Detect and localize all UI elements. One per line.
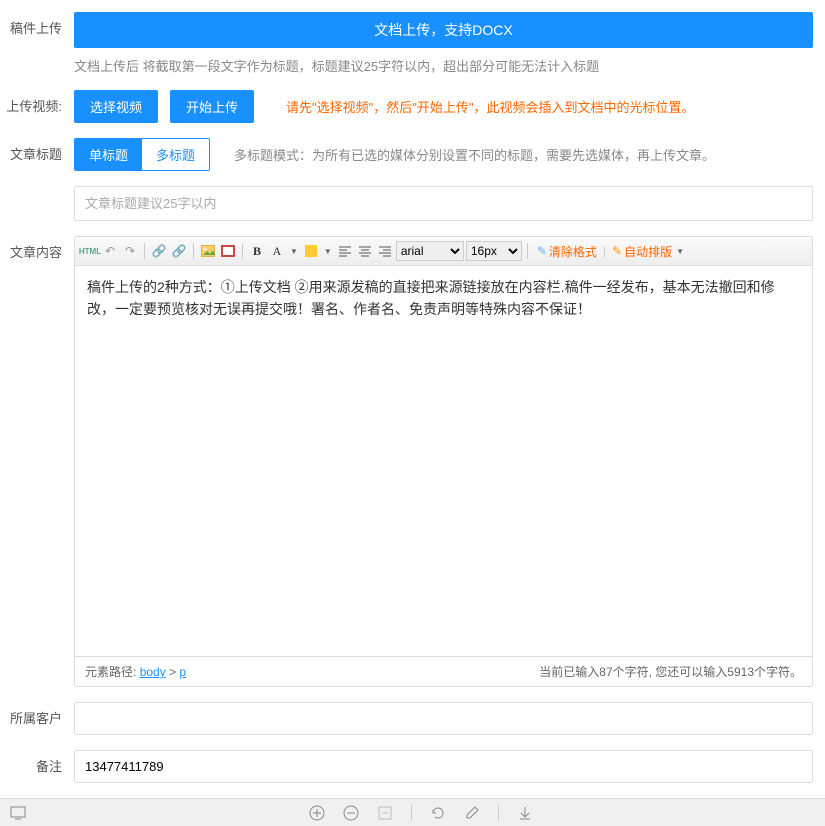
forecolor-dropdown[interactable]: ▼ bbox=[288, 247, 300, 256]
zoom-in-icon[interactable] bbox=[309, 805, 325, 821]
forecolor-icon[interactable]: A bbox=[268, 242, 286, 260]
title-input-row bbox=[0, 186, 813, 221]
screen-fit-icon[interactable] bbox=[10, 806, 26, 820]
fit-width-icon[interactable] bbox=[377, 805, 393, 821]
source-icon[interactable]: HTML bbox=[81, 242, 99, 260]
backcolor-dropdown[interactable]: ▼ bbox=[322, 247, 334, 256]
typeset-dropdown[interactable]: ▼ bbox=[674, 247, 686, 256]
tab-multi-title[interactable]: 多标题 bbox=[142, 139, 209, 170]
title-mode-tabs: 单标题 多标题 bbox=[74, 138, 210, 171]
path-body-link[interactable]: body bbox=[140, 665, 166, 679]
undo-icon[interactable]: ↶ bbox=[101, 242, 119, 260]
char-count: 当前已输入87个字符, 您还可以输入5913个字符。 bbox=[539, 663, 802, 680]
font-family-select[interactable]: arial bbox=[396, 241, 464, 261]
zoom-out-icon[interactable] bbox=[343, 805, 359, 821]
rich-text-editor: HTML ↶ ↷ 🔗 🔗 B A▼ ▼ arial 16px bbox=[74, 236, 813, 687]
customer-input[interactable] bbox=[74, 702, 813, 735]
typeset-icon: ✎ bbox=[612, 244, 622, 258]
select-video-button[interactable]: 选择视频 bbox=[74, 90, 158, 123]
content-label: 文章内容 bbox=[0, 236, 74, 261]
brush-icon: ✎ bbox=[537, 244, 547, 258]
download-icon[interactable] bbox=[517, 805, 533, 821]
start-upload-button[interactable]: 开始上传 bbox=[170, 90, 254, 123]
image-icon[interactable] bbox=[199, 242, 217, 260]
remark-label: 备注 bbox=[0, 750, 74, 775]
link-icon[interactable]: 🔗 bbox=[150, 242, 168, 260]
bold-icon[interactable]: B bbox=[248, 242, 266, 260]
align-right-icon[interactable] bbox=[376, 242, 394, 260]
path-p-link[interactable]: p bbox=[179, 665, 186, 679]
unlink-icon[interactable]: 🔗 bbox=[170, 242, 188, 260]
upload-doc-button[interactable]: 文档上传，支持DOCX bbox=[74, 12, 813, 48]
remark-input[interactable] bbox=[74, 750, 813, 783]
content-row: 文章内容 HTML ↶ ↷ 🔗 🔗 B A▼ ▼ arial bbox=[0, 236, 813, 687]
element-path: 元素路径: body > p bbox=[85, 663, 186, 680]
editor-toolbar: HTML ↶ ↷ 🔗 🔗 B A▼ ▼ arial 16px bbox=[75, 237, 812, 266]
bottom-toolbar bbox=[0, 798, 825, 826]
customer-label: 所属客户 bbox=[0, 702, 74, 727]
customer-row: 所属客户 bbox=[0, 702, 813, 735]
align-left-icon[interactable] bbox=[336, 242, 354, 260]
clear-format-button[interactable]: ✎ 清除格式 bbox=[533, 243, 601, 260]
remark-row: 备注 bbox=[0, 750, 813, 783]
rotate-icon[interactable] bbox=[430, 805, 446, 821]
title-mode-row: 文章标题 单标题 多标题 多标题模式：为所有已选的媒体分别设置不同的标题，需要先… bbox=[0, 138, 813, 171]
editor-statusbar: 元素路径: body > p 当前已输入87个字符, 您还可以输入5913个字符… bbox=[75, 656, 812, 686]
title-mode-hint: 多标题模式：为所有已选的媒体分别设置不同的标题，需要先选媒体，再上传文章。 bbox=[234, 145, 715, 164]
auto-typeset-button[interactable]: ✎ 自动排版 ▼ bbox=[608, 243, 690, 260]
tab-single-title[interactable]: 单标题 bbox=[75, 139, 142, 170]
editor-content-area[interactable]: 稿件上传的2种方式：①上传文档 ②用来源发稿的直接把来源链接放在内容栏.稿件一经… bbox=[75, 266, 812, 656]
video-icon[interactable] bbox=[219, 242, 237, 260]
upload-doc-label: 稿件上传 bbox=[0, 12, 74, 37]
upload-doc-hint: 文档上传后 将截取第一段文字作为标题，标题建议25字符以内，超出部分可能无法计入… bbox=[74, 56, 813, 75]
upload-video-hint: 请先"选择视频"，然后"开始上传"，此视频会插入到文档中的光标位置。 bbox=[286, 97, 694, 116]
edit-icon[interactable] bbox=[464, 805, 480, 821]
article-title-input[interactable] bbox=[74, 186, 813, 221]
font-size-select[interactable]: 16px bbox=[466, 241, 522, 261]
align-center-icon[interactable] bbox=[356, 242, 374, 260]
upload-video-row: 上传视频: 选择视频 开始上传 请先"选择视频"，然后"开始上传"，此视频会插入… bbox=[0, 90, 813, 123]
backcolor-icon[interactable] bbox=[302, 242, 320, 260]
upload-doc-row: 稿件上传 文档上传，支持DOCX 文档上传后 将截取第一段文字作为标题，标题建议… bbox=[0, 12, 813, 75]
title-label: 文章标题 bbox=[0, 138, 74, 163]
redo-icon[interactable]: ↷ bbox=[121, 242, 139, 260]
upload-video-label: 上传视频: bbox=[0, 90, 74, 115]
